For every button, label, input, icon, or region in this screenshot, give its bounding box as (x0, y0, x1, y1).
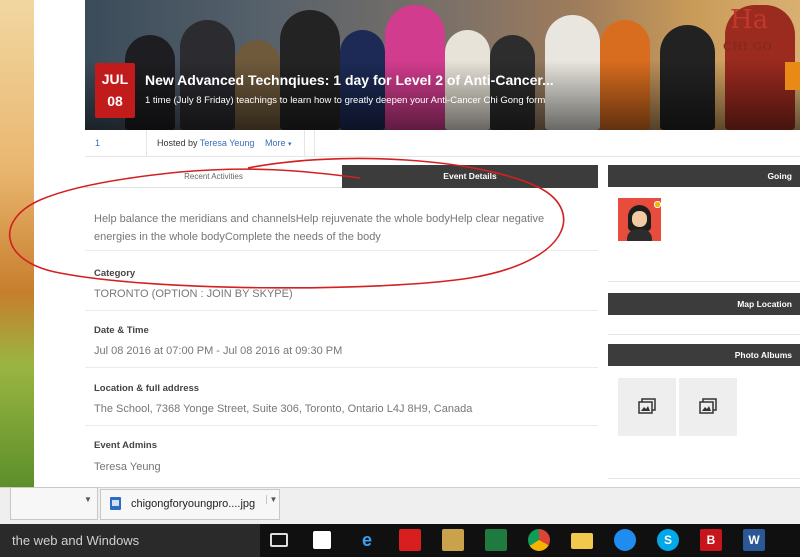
red-annotation-ellipse (8, 157, 565, 289)
b-app-icon[interactable]: B (700, 529, 722, 551)
word-icon[interactable]: W (743, 529, 765, 551)
task-view-icon[interactable] (270, 533, 288, 547)
edge-icon[interactable]: e (356, 529, 378, 551)
chevron-down-icon[interactable]: ▼ (266, 495, 280, 504)
messenger-icon[interactable] (614, 529, 636, 551)
skype-icon[interactable]: S (657, 529, 679, 551)
image-file-icon (110, 497, 121, 510)
excel-icon[interactable] (485, 529, 507, 551)
chrome-icon[interactable] (528, 529, 550, 551)
acrobat-icon[interactable] (399, 529, 421, 551)
store-icon[interactable] (313, 531, 331, 549)
folder-icon[interactable] (571, 533, 593, 549)
taskbar-search-input[interactable]: the web and Windows (0, 524, 260, 557)
download-filename[interactable]: chigongforyoungpro....jpg (131, 498, 255, 510)
chevron-down-icon[interactable]: ▼ (84, 495, 92, 504)
media-icon[interactable] (442, 529, 464, 551)
